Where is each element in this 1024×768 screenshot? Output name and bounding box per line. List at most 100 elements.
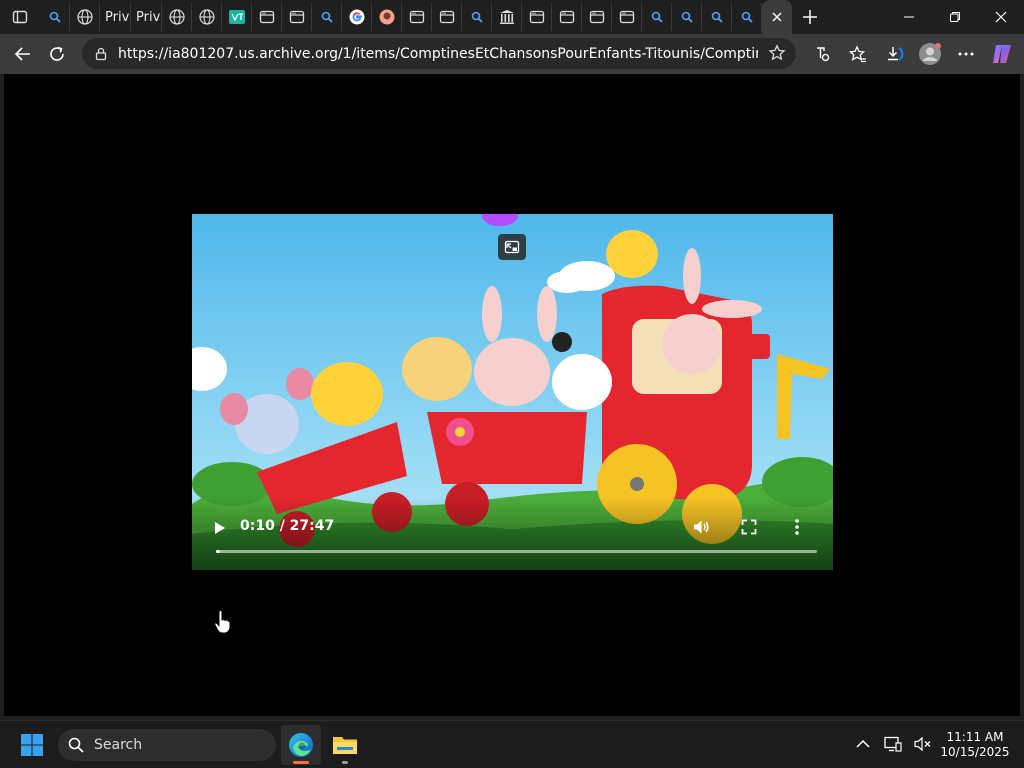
tab-6[interactable] <box>192 3 222 31</box>
downloads-button[interactable] <box>876 38 912 70</box>
play-button[interactable] <box>208 516 232 540</box>
tab-7[interactable] <box>222 3 252 31</box>
copilot-button[interactable] <box>984 38 1020 70</box>
tab-11[interactable] <box>342 3 372 31</box>
tab-18[interactable] <box>552 3 582 31</box>
search-icon <box>679 9 695 25</box>
restore-button[interactable] <box>932 0 978 34</box>
volume-button[interactable] <box>677 514 725 540</box>
back-arrow-icon <box>14 47 30 61</box>
avatar <box>919 43 941 65</box>
refresh-button[interactable] <box>40 38 74 70</box>
fullscreen-icon <box>741 519 757 535</box>
profile-button[interactable] <box>912 38 948 70</box>
search-icon <box>649 9 665 25</box>
tab-9[interactable] <box>282 3 312 31</box>
video-time-display: 0:10 / 27:47 <box>240 518 335 534</box>
copilot-icon <box>993 45 1011 63</box>
favorites-button[interactable] <box>840 38 876 70</box>
page-icon <box>259 9 275 25</box>
search-icon <box>319 9 335 25</box>
address-bar[interactable]: https://ia801207.us.archive.org/1/items/… <box>82 38 796 69</box>
more-horizontal-icon <box>958 52 974 56</box>
favorite-star-icon[interactable] <box>768 44 786 62</box>
play-icon <box>215 522 225 534</box>
tab-20[interactable] <box>612 3 642 31</box>
video-more-options-button[interactable] <box>773 514 821 540</box>
taskbar-search[interactable]: Search <box>58 729 276 761</box>
video-player[interactable]: 0:10 / 27:47 <box>192 214 833 570</box>
chevron-up-icon <box>856 739 870 748</box>
tab-14[interactable] <box>432 3 462 31</box>
read-aloud-icon <box>817 47 830 62</box>
tab-16[interactable] <box>492 3 522 31</box>
globe-icon <box>76 9 93 25</box>
archive-icon <box>499 9 515 25</box>
tab-3[interactable]: Priva <box>100 3 131 31</box>
tab-strip: Priva Priva <box>0 0 1024 34</box>
search-icon <box>68 737 84 753</box>
show-hidden-icons-button[interactable] <box>848 731 878 757</box>
clock-date: 10/15/2025 <box>940 745 1010 759</box>
tab-21[interactable] <box>642 3 672 31</box>
open-app-indicator <box>342 761 348 764</box>
page-icon <box>409 9 425 25</box>
page-viewport: 0:10 / 27:47 <box>4 74 1020 716</box>
taskbar-app-file-explorer[interactable] <box>325 725 365 765</box>
globe-icon <box>168 9 185 25</box>
lock-icon[interactable] <box>94 47 108 61</box>
picture-in-picture-icon <box>504 240 520 254</box>
page-icon <box>529 9 545 25</box>
display-network-icon <box>884 736 902 752</box>
more-vertical-icon <box>795 519 799 535</box>
tab-actions-button[interactable] <box>0 0 40 34</box>
close-window-button[interactable] <box>978 0 1024 34</box>
system-clock[interactable]: 11:11 AM 10/15/2025 <box>940 730 1010 760</box>
tab-10[interactable] <box>312 3 342 31</box>
close-tab-icon[interactable] <box>771 11 783 23</box>
tab-4[interactable]: Priva <box>131 3 162 31</box>
tab-12[interactable] <box>372 3 402 31</box>
tab-2[interactable] <box>70 3 100 31</box>
tab-8[interactable] <box>252 3 282 31</box>
active-app-indicator <box>293 761 309 764</box>
tab-22[interactable] <box>672 3 702 31</box>
google-icon <box>349 9 365 25</box>
search-icon <box>709 9 725 25</box>
tab-23[interactable] <box>702 3 732 31</box>
fullscreen-button[interactable] <box>725 514 773 540</box>
tab-actions-icon <box>12 10 28 24</box>
hand-cursor-icon <box>214 610 231 634</box>
url-text[interactable]: https://ia801207.us.archive.org/1/items/… <box>118 46 758 62</box>
more-menu-button[interactable] <box>948 38 984 70</box>
search-icon <box>47 9 63 25</box>
page-icon <box>619 9 635 25</box>
browser-toolbar: https://ia801207.us.archive.org/1/items/… <box>0 34 1024 74</box>
refresh-icon <box>50 46 64 61</box>
tab-1[interactable] <box>40 3 70 31</box>
tab-19[interactable] <box>582 3 612 31</box>
new-tab-button[interactable] <box>792 0 828 34</box>
taskbar-app-edge[interactable] <box>281 725 321 765</box>
picture-in-picture-button[interactable] <box>498 234 526 260</box>
avatar-icon <box>379 9 395 25</box>
volume-muted-icon <box>914 736 931 752</box>
network-button[interactable] <box>878 731 908 757</box>
tab-24[interactable] <box>732 3 762 31</box>
tab-17[interactable] <box>522 3 552 31</box>
plus-icon <box>803 10 817 24</box>
tab-5[interactable] <box>162 3 192 31</box>
read-aloud-button[interactable] <box>804 38 840 70</box>
tab-15[interactable] <box>462 3 492 31</box>
start-button[interactable] <box>14 729 50 761</box>
volume-muted-button[interactable] <box>908 731 938 757</box>
tab-13[interactable] <box>402 3 432 31</box>
minimize-button[interactable] <box>886 0 932 34</box>
tab-active[interactable] <box>762 0 792 34</box>
page-icon <box>289 9 305 25</box>
back-button[interactable] <box>6 38 40 70</box>
favorites-icon <box>849 45 866 63</box>
search-icon <box>469 9 485 25</box>
video-progress-bar[interactable] <box>216 550 817 553</box>
page-icon <box>589 9 605 25</box>
